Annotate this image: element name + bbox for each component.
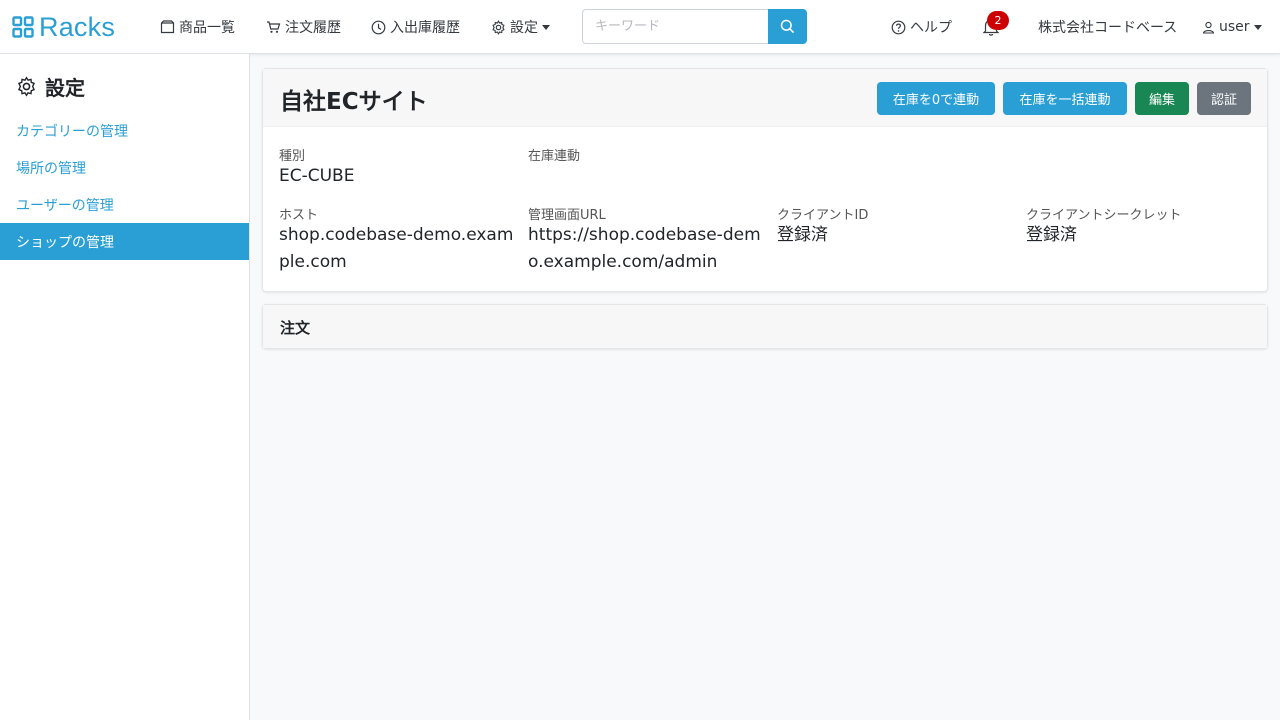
nav-products-label: 商品一覧 bbox=[179, 20, 235, 36]
nav-company-label: 株式会社コードベース bbox=[1038, 20, 1178, 36]
host-label: ホスト bbox=[279, 208, 319, 223]
type-value: EC-CUBE bbox=[279, 166, 355, 186]
sidebar-title: 設定 bbox=[16, 72, 85, 101]
sync-bulk-stock-button[interactable]: 在庫を一括連動 bbox=[1003, 82, 1127, 115]
nav-settings-dropdown[interactable]: 設定 bbox=[491, 15, 550, 39]
nav-products[interactable]: 商品一覧 bbox=[160, 15, 235, 39]
sidebar-item-locations[interactable]: 場所の管理 bbox=[0, 149, 249, 186]
client-id-label: クライアントID bbox=[777, 208, 869, 223]
admin-url-label: 管理画面URL bbox=[528, 208, 606, 223]
client-id-value: 登録済 bbox=[777, 225, 828, 245]
top-navbar: Racks 商品一覧 注文履歴 入出庫履歴 設定 キーワード ヘルプ 2 株式会… bbox=[0, 0, 1280, 54]
admin-url-value: https://shop.codebase-demo.example.com/a… bbox=[528, 225, 761, 272]
gear-icon bbox=[492, 19, 505, 35]
brand-name: Racks bbox=[39, 11, 116, 42]
nav-company[interactable]: 株式会社コードベース bbox=[1038, 15, 1177, 39]
sync-zero-stock-button[interactable]: 在庫を0で連動 bbox=[877, 82, 995, 115]
type-label: 種別 bbox=[279, 149, 306, 164]
clock-icon bbox=[371, 20, 386, 34]
person-icon bbox=[1202, 21, 1215, 34]
notification-badge[interactable]: 2 bbox=[987, 11, 1009, 30]
nav-settings-label: 設定 bbox=[510, 20, 538, 36]
edit-button[interactable]: 編集 bbox=[1135, 82, 1189, 115]
sidebar: 設定 カテゴリーの管理 場所の管理 ユーザーの管理 ショップの管理 bbox=[0, 54, 250, 720]
search-form bbox=[582, 9, 807, 44]
client-secret-value: 登録済 bbox=[1026, 225, 1077, 245]
nav-help[interactable]: ヘルプ bbox=[891, 15, 952, 39]
orders-title: 注文 bbox=[280, 319, 311, 337]
box-icon bbox=[160, 20, 175, 34]
question-circle-icon bbox=[891, 20, 906, 34]
nav-orders-label: 注文履歴 bbox=[285, 20, 341, 36]
auth-button[interactable]: 認証 bbox=[1197, 82, 1251, 115]
shop-card-header: 自社ECサイト 在庫を0で連動 在庫を一括連動 編集 認証 bbox=[263, 69, 1267, 127]
stock-sync-label: 在庫連動 bbox=[528, 149, 581, 164]
client-secret-label: クライアントシークレット bbox=[1026, 208, 1182, 223]
chevron-down-icon bbox=[542, 24, 550, 30]
gear-icon bbox=[17, 76, 36, 97]
sidebar-item-users[interactable]: ユーザーの管理 bbox=[0, 186, 249, 223]
nav-orders[interactable]: 注文履歴 bbox=[266, 15, 341, 39]
nav-help-label: ヘルプ bbox=[910, 20, 952, 36]
search-input[interactable] bbox=[582, 9, 768, 44]
shop-name: 自社ECサイト bbox=[280, 89, 428, 115]
shop-card: 自社ECサイト 在庫を0で連動 在庫を一括連動 編集 認証 種別 EC-CUBE… bbox=[262, 68, 1268, 292]
racks-grid-icon bbox=[12, 16, 34, 38]
sidebar-item-categories[interactable]: カテゴリーの管理 bbox=[0, 112, 249, 149]
orders-card-header: 注文 bbox=[263, 305, 1267, 348]
chevron-down-icon bbox=[1253, 24, 1262, 30]
search-icon bbox=[780, 19, 795, 34]
sidebar-item-shops[interactable]: ショップの管理 bbox=[0, 223, 249, 260]
cart-icon bbox=[267, 21, 281, 33]
host-value: shop.codebase-demo.example.com bbox=[279, 225, 514, 272]
orders-card: 注文 bbox=[262, 304, 1268, 349]
search-button[interactable] bbox=[768, 9, 807, 44]
nav-stock-history-label: 入出庫履歴 bbox=[390, 20, 460, 36]
nav-user-dropdown[interactable]: user bbox=[1202, 15, 1262, 39]
nav-stock-history[interactable]: 入出庫履歴 bbox=[371, 15, 460, 39]
sidebar-title-label: 設定 bbox=[45, 76, 85, 100]
nav-user-label: user bbox=[1219, 19, 1250, 35]
brand-logo[interactable]: Racks bbox=[12, 10, 115, 44]
